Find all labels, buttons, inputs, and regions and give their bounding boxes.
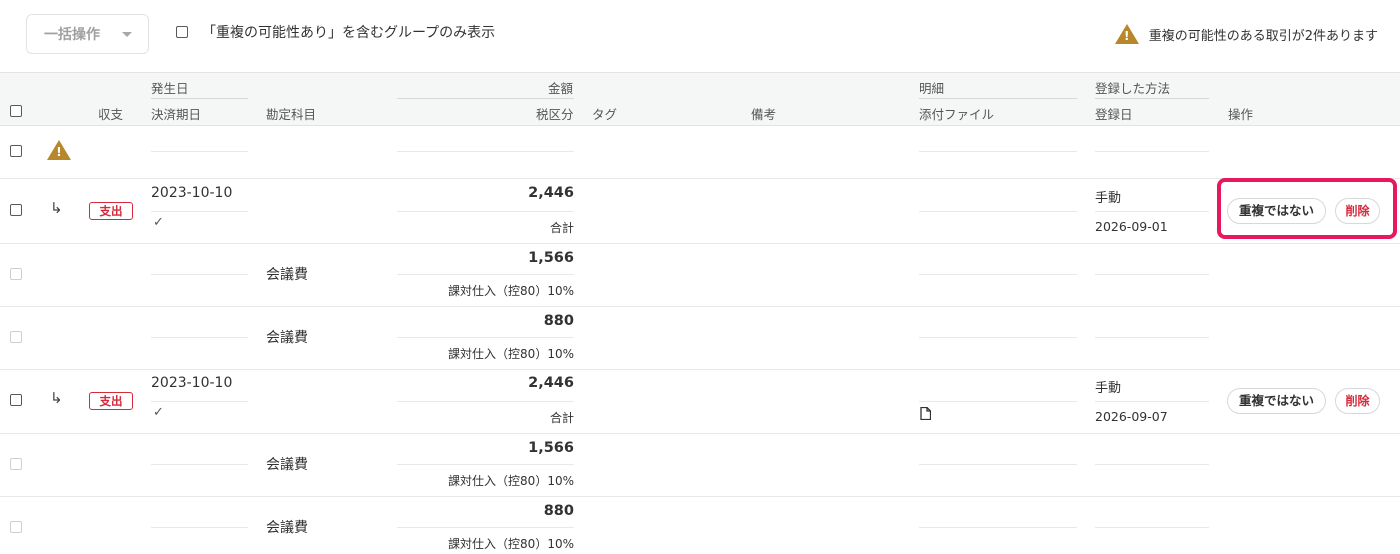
duplicate-notice-text: 重複の可能性のある取引が2件あります — [1148, 28, 1378, 44]
sub-row-arrow-icon: ↳ — [50, 199, 63, 217]
total-amount: 2,446 — [528, 185, 574, 201]
tax-category: 課対仕入（控80）10% — [448, 474, 574, 488]
header-amount[interactable]: 金額 — [548, 78, 573, 97]
line-amount: 880 — [543, 503, 574, 519]
line-amount: 1,566 — [528, 440, 574, 456]
account-item: 会議費 — [266, 267, 308, 283]
header-registration-method: 登録した方法 — [1095, 81, 1171, 96]
account-item: 会議費 — [266, 330, 308, 346]
header-tag: タグ — [592, 107, 618, 122]
transaction-row[interactable]: ↳ 支出 2023-10-10 ✓ 2,446 合計 手動 2026-09-07… — [0, 370, 1400, 434]
account-item: 会議費 — [266, 457, 308, 473]
account-item: 会議費 — [266, 520, 308, 536]
line-item-checkbox — [10, 331, 22, 343]
transaction-checkbox[interactable] — [10, 204, 22, 216]
transaction-row[interactable]: ↳ 支出 2023-10-10 ✓ 2,446 合計 手動 2026-09-01… — [0, 179, 1400, 244]
registration-method: 手動 — [1095, 191, 1122, 206]
expense-badge: 支出 — [89, 392, 133, 410]
total-label: 合計 — [549, 411, 574, 425]
header-details: 明細 — [919, 81, 945, 96]
table-header: 収支 発生日 決済期日 勘定科目 金額 税区分 タグ 備考 明細 添付ファイル … — [0, 72, 1400, 126]
header-account-item: 勘定科目 — [266, 107, 317, 122]
action-highlight-frame — [1217, 178, 1397, 239]
file-icon[interactable] — [920, 407, 931, 420]
header-payment-due-date[interactable]: 決済期日 — [151, 104, 201, 123]
occurrence-date: 2023-10-10 — [151, 375, 233, 391]
delete-button[interactable]: 削除 — [1335, 388, 1380, 414]
expense-badge: 支出 — [89, 202, 133, 220]
registration-method: 手動 — [1095, 381, 1122, 396]
registration-date: 2026-09-07 — [1095, 409, 1168, 424]
duplicate-filter-checkbox[interactable] — [176, 26, 188, 38]
occurrence-date: 2023-10-10 — [151, 185, 233, 201]
duplicate-group-row: ! — [0, 126, 1400, 179]
line-item-row: 会議費 1,566 課対仕入（控80）10% — [0, 244, 1400, 307]
total-amount: 2,446 — [528, 375, 574, 391]
line-item-row: 会議費 880 課対仕入（控80）10% — [0, 307, 1400, 370]
transaction-checkbox[interactable] — [10, 394, 22, 406]
warning-icon: ! — [1114, 24, 1139, 44]
line-item-checkbox — [10, 458, 22, 470]
check-icon: ✓ — [153, 215, 164, 230]
select-all-checkbox[interactable] — [10, 105, 22, 117]
tax-category: 課対仕入（控80）10% — [448, 347, 574, 361]
bulk-action-label: 一括操作 — [44, 27, 100, 43]
line-item-row: 会議費 1,566 課対仕入（控80）10% — [0, 434, 1400, 497]
duplicate-filter-toggle[interactable]: 「重複の可能性あり」を含むグループのみ表示 — [176, 22, 495, 42]
not-duplicate-button[interactable]: 重複ではない — [1227, 388, 1326, 414]
total-label: 合計 — [549, 221, 574, 235]
header-remarks: 備考 — [751, 107, 777, 122]
duplicate-notice: ! 重複の可能性のある取引が2件あります — [1114, 24, 1378, 44]
group-checkbox[interactable] — [10, 145, 22, 157]
header-type: 収支 — [98, 107, 124, 122]
header-attachment: 添付ファイル — [919, 107, 995, 122]
check-icon: ✓ — [153, 405, 164, 420]
line-amount: 1,566 — [528, 250, 574, 266]
bulk-action-button[interactable]: 一括操作 — [26, 14, 149, 54]
tax-category: 課対仕入（控80）10% — [448, 284, 574, 298]
toolbar: 一括操作 「重複の可能性あり」を含むグループのみ表示 ! 重複の可能性のある取引… — [0, 0, 1400, 72]
header-tax-category: 税区分 — [536, 107, 574, 122]
header-actions: 操作 — [1228, 107, 1254, 122]
header-occurrence-date[interactable]: 発生日 — [151, 78, 189, 97]
line-amount: 880 — [543, 313, 574, 329]
sub-row-arrow-icon: ↳ — [50, 389, 63, 407]
line-item-checkbox — [10, 521, 22, 533]
line-item-checkbox — [10, 268, 22, 280]
duplicate-filter-label: 「重複の可能性あり」を含むグループのみ表示 — [202, 25, 496, 41]
chevron-down-icon — [122, 32, 132, 37]
header-registration-date[interactable]: 登録日 — [1095, 104, 1133, 123]
line-item-row: 会議費 880 課対仕入（控80）10% — [0, 497, 1400, 554]
registration-date: 2026-09-01 — [1095, 219, 1168, 234]
warning-icon: ! — [47, 140, 71, 160]
tax-category: 課対仕入（控80）10% — [448, 537, 574, 551]
